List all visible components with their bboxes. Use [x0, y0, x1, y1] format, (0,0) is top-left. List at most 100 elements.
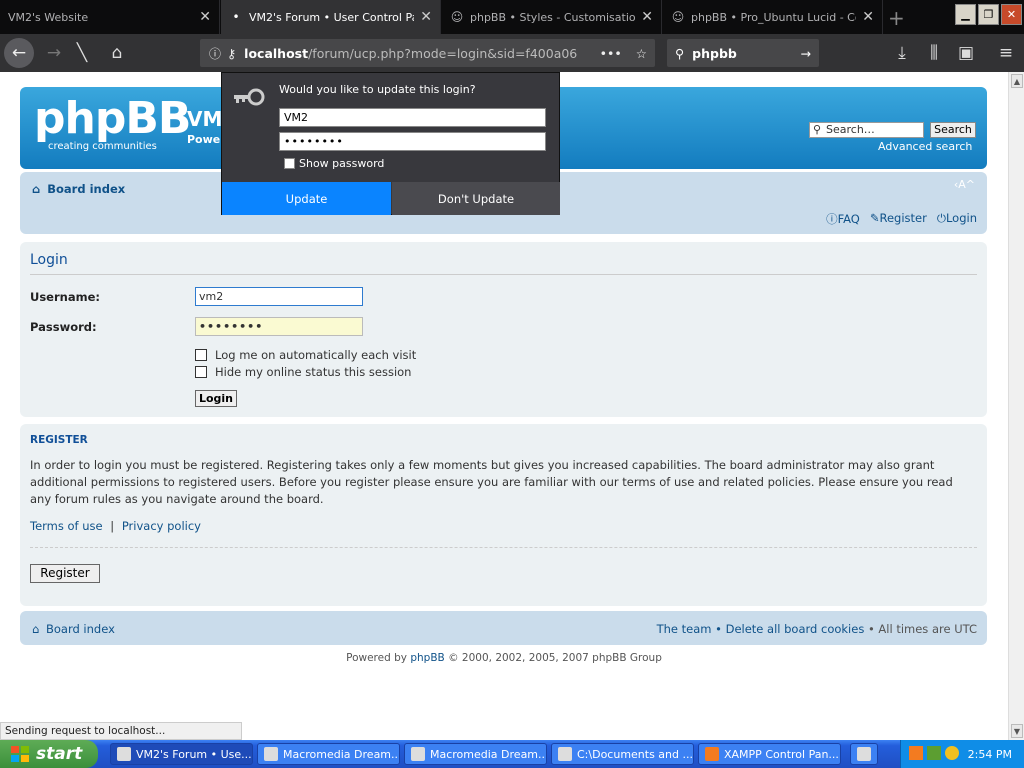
scroll-up-icon[interactable]: ▲	[1011, 74, 1023, 88]
tab-phpbb-pro-ubuntu[interactable]: ☺ phpBB • Pro_Ubuntu Lucid - Community ✕	[663, 0, 883, 34]
taskbar-item-dreamweaver-1[interactable]: Macromedia Dream...	[257, 743, 400, 765]
minimize-button[interactable]: ▁	[955, 4, 976, 25]
back-button[interactable]: ←	[4, 38, 34, 68]
separator: |	[110, 519, 115, 533]
vertical-scrollbar[interactable]: ▲ ▼	[1008, 72, 1024, 740]
search-tray-icon[interactable]	[945, 746, 959, 760]
footer-board-index-link[interactable]: Board index	[46, 622, 115, 636]
close-tab-icon[interactable]: ✕	[420, 9, 432, 25]
password-field[interactable]: ••••••••	[195, 317, 363, 336]
popup-username-input[interactable]: VM2	[279, 108, 546, 127]
hide-status-checkbox[interactable]: Hide my online status this session	[195, 365, 411, 379]
home-icon: ⌂	[32, 182, 41, 196]
task-label: Macromedia Dream...	[283, 747, 400, 761]
7zip-icon	[558, 747, 572, 761]
dreamweaver-icon	[411, 747, 425, 761]
taskbar-item-help[interactable]	[850, 743, 878, 765]
tab-vm2-forum[interactable]: • VM2's Forum • User Control Panel ✕	[221, 0, 441, 34]
top-links: ⓘFAQ ✎Register ⏻Login	[826, 211, 977, 227]
font-size-change-icon[interactable]: ‹A^	[954, 178, 975, 191]
downloads-button[interactable]: ⤓	[884, 34, 920, 72]
popup-password-input[interactable]: ••••••••	[279, 132, 546, 151]
header-search-button[interactable]: Search	[930, 122, 976, 138]
login-link[interactable]: ⏻Login	[937, 211, 977, 227]
network-tray-icon[interactable]	[927, 746, 941, 760]
scroll-down-icon[interactable]: ▼	[1011, 724, 1023, 738]
delete-cookies-link[interactable]: Delete all board cookies	[726, 622, 865, 636]
home-icon: ⌂	[111, 43, 123, 63]
taskbar-item-firefox[interactable]: VM2's Forum • Use...	[110, 743, 253, 765]
autologin-checkbox[interactable]: Log me on automatically each visit	[195, 348, 416, 362]
login-button[interactable]: Login	[195, 390, 237, 407]
tab-strip: VM2's Website ✕ • VM2's Forum • User Con…	[0, 0, 1024, 34]
taskbar-item-7zip[interactable]: C:\Documents and ...	[551, 743, 694, 765]
advanced-search-link[interactable]: Advanced search	[878, 140, 972, 153]
username-field[interactable]: vm2	[195, 287, 363, 306]
team-link[interactable]: The team	[657, 622, 712, 636]
search-input[interactable]: phpbb	[692, 46, 737, 61]
register-link[interactable]: ✎Register	[870, 211, 927, 227]
checkbox-icon[interactable]	[284, 158, 295, 169]
url-bar[interactable]: ⓘ ⚷ localhost /forum/ucp.php?mode=login&…	[200, 39, 655, 67]
restore-button[interactable]: ❐	[978, 4, 999, 25]
info-icon[interactable]: ⓘ	[209, 45, 221, 62]
phpbb-logo[interactable]: phpBB creating communities	[34, 97, 191, 153]
login-label: Login	[945, 211, 977, 225]
privacy-policy-link[interactable]: Privacy policy	[122, 519, 201, 533]
key-icon	[234, 88, 265, 106]
xampp-tray-icon[interactable]	[909, 746, 923, 760]
footer-nav: ⌂ Board index The team • Delete all boar…	[20, 611, 987, 645]
xampp-icon	[705, 747, 719, 761]
close-tab-icon[interactable]: ✕	[862, 9, 874, 25]
show-password-checkbox[interactable]: Show password	[284, 157, 384, 170]
taskbar-item-xampp[interactable]: XAMPP Control Pan...	[698, 743, 841, 765]
dont-update-button[interactable]: Don't Update	[392, 182, 560, 215]
tab-phpbb-styles[interactable]: ☺ phpBB • Styles - Customisation Databas…	[442, 0, 662, 34]
powered-by: Powered by phpBB © 2000, 2002, 2005, 200…	[0, 652, 1008, 664]
copyright-text: © 2000, 2002, 2005, 2007 phpBB Group	[448, 652, 662, 664]
close-tab-icon[interactable]: ✕	[641, 9, 653, 25]
login-panel: Login Username: vm2 Password: •••••••• L…	[20, 242, 987, 417]
help-icon	[857, 747, 871, 761]
system-tray: 2:54 PM	[900, 740, 1024, 768]
url-host: localhost	[244, 45, 309, 61]
window-close-button[interactable]: ✕	[1001, 4, 1022, 25]
register-button[interactable]: Register	[30, 564, 100, 583]
taskbar-item-dreamweaver-2[interactable]: Macromedia Dream...	[404, 743, 547, 765]
hamburger-menu-icon: ≡	[998, 43, 1014, 63]
task-label: C:\Documents and ...	[577, 747, 693, 761]
checkbox-icon[interactable]	[195, 349, 207, 361]
phpbb-link[interactable]: phpBB	[410, 652, 444, 664]
library-button[interactable]: ⫼	[916, 34, 952, 72]
stop-button[interactable]: ╲	[64, 34, 100, 72]
key-icon[interactable]: ⚷	[227, 46, 236, 61]
task-label: VM2's Forum • Use...	[136, 747, 252, 761]
policy-links: Terms of use | Privacy policy	[30, 519, 201, 533]
new-tab-button[interactable]: +	[888, 6, 905, 30]
faq-label: FAQ	[837, 212, 860, 226]
power-icon: ⏻	[936, 211, 946, 225]
home-button[interactable]: ⌂	[99, 34, 135, 72]
register-icon: ✎	[869, 211, 880, 225]
firefox-icon	[117, 747, 131, 761]
start-button[interactable]: start	[0, 740, 98, 768]
arrow-right-icon: →	[46, 43, 62, 63]
page-actions-icon[interactable]: •••	[600, 46, 622, 61]
menu-button[interactable]: ≡	[988, 34, 1024, 72]
tab-vm2-website[interactable]: VM2's Website ✕	[0, 0, 220, 34]
faq-link[interactable]: ⓘFAQ	[826, 211, 860, 227]
search-bar[interactable]: ⚲ phpbb →	[667, 39, 819, 67]
bookmark-star-icon[interactable]: ☆	[636, 46, 647, 61]
navigation-toolbar: ← → ╲ ⌂ ⓘ ⚷ localhost /forum/ucp.php?mod…	[0, 34, 1024, 72]
search-placeholder: Search…	[826, 123, 875, 136]
board-index-link[interactable]: Board index	[47, 182, 125, 196]
update-button[interactable]: Update	[222, 182, 391, 215]
close-tab-icon[interactable]: ✕	[199, 9, 211, 25]
site-description: Power	[187, 133, 226, 146]
terms-of-use-link[interactable]: Terms of use	[30, 519, 103, 533]
search-go-icon[interactable]: →	[801, 46, 811, 61]
tab-title: VM2's Website	[8, 10, 89, 24]
checkbox-icon[interactable]	[195, 366, 207, 378]
header-search-input[interactable]: ⚲ Search…	[809, 122, 924, 138]
sidebar-button[interactable]: ▣	[948, 34, 984, 72]
